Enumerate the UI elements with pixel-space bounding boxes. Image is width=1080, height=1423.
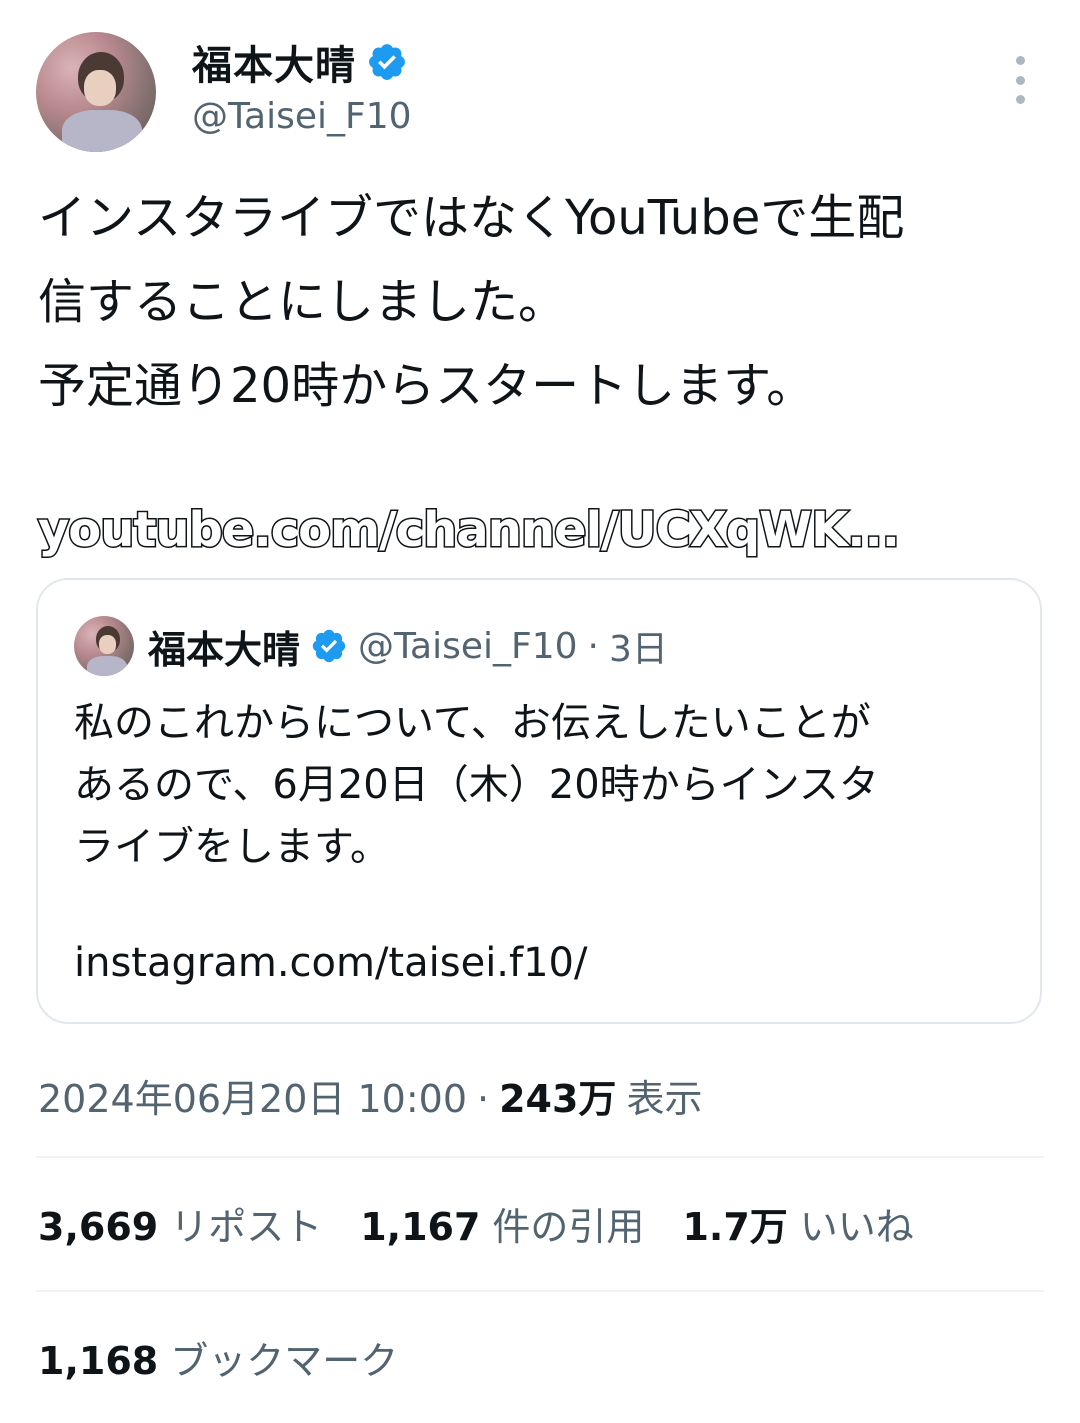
tweet-meta: 2024年06月20日 10:00 · 243万 表示 xyxy=(38,1068,702,1123)
more-dot xyxy=(1015,75,1025,85)
quotes-label: 件の引用 xyxy=(492,1205,645,1249)
quoted-author-avatar[interactable] xyxy=(74,616,134,676)
views-count: 243万 xyxy=(499,1077,617,1121)
tweet-link[interactable]: youtube.com/channel/UCXqWK... xyxy=(37,500,902,560)
quotes-stat[interactable]: 1,167 件の引用 xyxy=(360,1196,644,1251)
bookmarks-label: ブックマーク xyxy=(170,1339,399,1383)
reposts-count: 3,669 xyxy=(38,1205,159,1249)
divider xyxy=(36,1156,1044,1158)
quoted-tweet-card[interactable]: 福本大晴 @Taisei_F10 · 3日 私のこれからについて、お伝えしたいこ… xyxy=(36,578,1042,1024)
divider xyxy=(36,1290,1044,1292)
author-display-name[interactable]: 福本大晴 xyxy=(192,33,356,91)
verified-badge-icon xyxy=(369,44,405,80)
engagement-stats: 3,669 リポスト 1,167 件の引用 1.7万 いいね xyxy=(38,1196,914,1251)
avatar-hoodie xyxy=(87,656,127,676)
more-vertical-icon[interactable] xyxy=(1000,56,1040,104)
quoted-tweet-header: 福本大晴 @Taisei_F10 · 3日 xyxy=(148,618,668,674)
quoted-tweet-time[interactable]: 3日 xyxy=(609,620,668,672)
avatar-face xyxy=(99,635,116,654)
views-label: 表示 xyxy=(626,1077,703,1121)
more-dot xyxy=(1015,95,1025,104)
tweet-datetime[interactable]: 2024年06月20日 10:00 xyxy=(38,1068,467,1123)
avatar-hoodie xyxy=(62,110,142,152)
author-avatar[interactable] xyxy=(36,32,156,152)
likes-label: いいね xyxy=(799,1205,914,1249)
more-dot xyxy=(1015,56,1025,65)
quotes-count: 1,167 xyxy=(360,1205,481,1249)
verified-badge-icon xyxy=(312,629,346,663)
separator-dot: · xyxy=(477,1077,490,1121)
tweet-text: インスタライブではなくYouTubeで生配 信することにしました。 予定通り20… xyxy=(38,190,905,414)
likes-count: 1.7万 xyxy=(682,1205,788,1249)
author-name-row[interactable]: 福本大晴 xyxy=(192,33,408,91)
bookmarks-count: 1,168 xyxy=(38,1339,159,1383)
likes-stat[interactable]: 1.7万 いいね xyxy=(682,1196,913,1251)
reposts-stat[interactable]: 3,669 リポスト xyxy=(38,1196,322,1251)
quoted-tweet-link[interactable]: instagram.com/taisei.f10/ xyxy=(74,932,587,994)
quoted-author-display-name[interactable]: 福本大晴 xyxy=(148,619,300,674)
separator-dot: · xyxy=(587,625,599,667)
author-handle[interactable]: @Taisei_F10 xyxy=(192,96,412,137)
reposts-label: リポスト xyxy=(170,1205,323,1249)
quoted-tweet-text: 私のこれからについて、お伝えしたいことが あるので、6月20日（木）20時からイ… xyxy=(74,700,879,870)
quoted-author-handle: @Taisei_F10 xyxy=(358,625,578,667)
avatar-face xyxy=(84,70,116,106)
bookmarks-stat[interactable]: 1,168 ブックマーク xyxy=(38,1330,398,1385)
